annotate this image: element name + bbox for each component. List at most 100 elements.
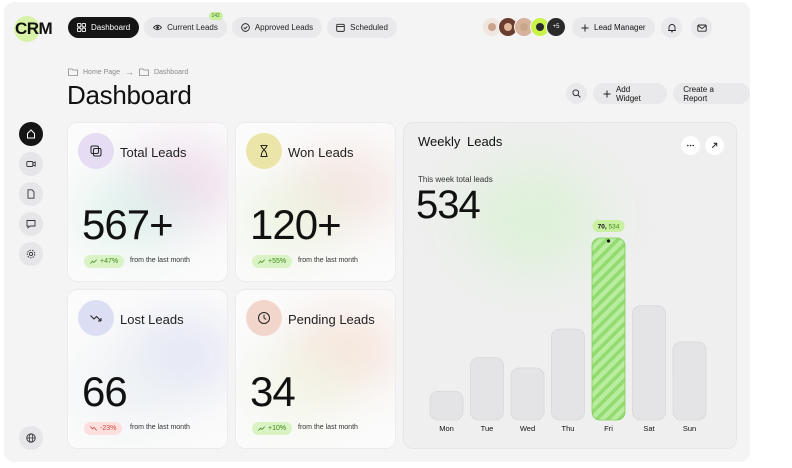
sidebar-item-home[interactable]: [19, 122, 43, 146]
hourglass-icon: [260, 145, 268, 157]
chat-icon: [26, 220, 36, 229]
language-button[interactable]: [19, 426, 43, 450]
weekly-bar-chart: Mon Tue Wed Thu Fri 70, 534 Sat Sun: [429, 220, 707, 433]
notifications-button[interactable]: [661, 17, 682, 38]
trend-up-icon: [90, 259, 97, 264]
stat-value: 567+: [82, 201, 174, 248]
top-nav: Dashboard Current Leads 142 Approved Lea…: [68, 12, 397, 38]
stat-icon-bg: [246, 133, 282, 169]
page-actions: Add Widget Create a Report: [566, 83, 750, 104]
page-title: Dashboard: [67, 80, 192, 110]
change-note: from the last month: [298, 257, 358, 264]
folder-icon: [139, 68, 149, 76]
tab-label: Current Leads: [167, 23, 218, 32]
gear-icon: [26, 249, 36, 259]
lead-manager-button[interactable]: Lead Manager: [572, 17, 655, 38]
change-note: from the last month: [130, 257, 190, 264]
chart-tick-label: Tue: [481, 424, 494, 433]
stat-value: 34: [250, 368, 296, 415]
tab-scheduled[interactable]: Scheduled: [327, 17, 397, 38]
chart-bar-sun[interactable]: [672, 341, 707, 421]
breadcrumb-home[interactable]: Home Page: [83, 69, 120, 76]
change-note: from the last month: [130, 424, 190, 431]
stat-icon-bg: [78, 300, 114, 336]
stat-label: Pending Leads: [288, 312, 375, 327]
logo-text: CRM: [15, 19, 53, 38]
breadcrumb-current: Dashboard: [153, 68, 189, 76]
chart-tick-label: Thu: [562, 424, 575, 433]
stat-card-lost-leads[interactable]: Lost Leads 66 -23% from the last month: [67, 289, 228, 449]
mail-icon: [696, 24, 707, 32]
chart-bar-thu[interactable]: [551, 328, 585, 421]
chart-tick-label: Mon: [439, 424, 454, 433]
check-circle-icon: [241, 23, 250, 32]
arrow-right-icon: →: [124, 67, 134, 77]
tab-current-leads[interactable]: Current Leads 142: [144, 12, 227, 38]
change-value: +10%: [268, 425, 287, 432]
trend-down-icon: [90, 315, 102, 322]
globe-icon: [26, 433, 36, 443]
messages-button[interactable]: [691, 17, 712, 38]
change-badge: +10%: [252, 422, 293, 435]
team-avatars[interactable]: +5: [482, 17, 566, 37]
trend-up-icon: [258, 259, 265, 264]
stat-label: Total Leads: [120, 145, 187, 160]
stat-icon-bg: [78, 133, 114, 169]
chart-bar-wed[interactable]: [510, 367, 545, 421]
plus-icon: [581, 24, 589, 31]
tab-label: Approved Leads: [254, 23, 314, 32]
change-badge: -23%: [84, 422, 123, 435]
change-note: from the last month: [298, 424, 358, 431]
stat-value: 120+: [250, 201, 342, 248]
weekly-leads-card: Weekly Leads This week total leads 534 M…: [403, 122, 737, 449]
chart-bar-tue[interactable]: [470, 357, 504, 421]
clock-icon: [258, 312, 270, 324]
search-button[interactable]: [566, 83, 587, 104]
change-value: -23%: [100, 425, 117, 432]
tab-label: Scheduled: [350, 23, 388, 32]
stat-card-total-leads[interactable]: Total Leads 567+ +47% from the last mont…: [67, 122, 228, 282]
tab-dashboard[interactable]: Dashboard: [68, 17, 140, 38]
copy-icon: [90, 145, 102, 157]
plus-icon: [603, 90, 611, 97]
create-report-label: Create a Report: [683, 84, 714, 103]
calendar-icon: [336, 23, 345, 32]
sidebar: [19, 122, 43, 266]
chart-tick-label: Wed: [520, 424, 535, 433]
video-icon: [26, 161, 36, 167]
chart-tooltip-label: 70, 534: [598, 224, 620, 231]
chart-tick-label: Sun: [683, 424, 696, 433]
home-icon: [27, 129, 35, 139]
stat-label: Lost Leads: [120, 312, 184, 327]
search-icon: [572, 89, 581, 98]
tab-approved-leads[interactable]: Approved Leads: [231, 17, 323, 38]
sidebar-item-video[interactable]: [19, 152, 43, 176]
tab-label: Dashboard: [91, 23, 131, 32]
chart-bar-sat[interactable]: [632, 305, 666, 421]
breadcrumb: Home Page → Dashboard: [68, 67, 188, 77]
change-value: +47%: [100, 258, 119, 265]
stat-card-won-leads[interactable]: Won Leads 120+ +55% from the last month: [235, 122, 396, 282]
add-widget-button[interactable]: Add Widget: [592, 83, 668, 104]
create-report-button[interactable]: Create a Report: [673, 83, 750, 104]
chart-bar-mon[interactable]: [429, 390, 464, 421]
change-value: +55%: [268, 258, 287, 265]
stat-card-pending-leads[interactable]: Pending Leads 34 +10% from the last mont…: [235, 289, 396, 449]
document-icon: [27, 189, 35, 199]
change-badge: +55%: [252, 255, 293, 268]
chart-tick-label: Sat: [643, 424, 655, 433]
chart-bar-fri[interactable]: [591, 237, 626, 421]
folder-icon: [68, 68, 78, 76]
tab-badge: 142: [208, 12, 223, 20]
lead-manager-label: Lead Manager: [594, 23, 646, 32]
eye-icon: [153, 24, 163, 31]
change-badge: +47%: [84, 255, 125, 268]
sidebar-item-documents[interactable]: [19, 182, 43, 206]
sidebar-item-messages[interactable]: [19, 212, 43, 236]
avatar-more-count[interactable]: +5: [546, 17, 566, 37]
app-window: CRM Dashboard Current Leads 142 Approved…: [4, 2, 750, 462]
stat-icon-bg: [246, 300, 282, 336]
crm-logo[interactable]: CRM: [14, 15, 58, 43]
sidebar-item-settings[interactable]: [19, 242, 43, 266]
bell-icon: [667, 23, 676, 32]
